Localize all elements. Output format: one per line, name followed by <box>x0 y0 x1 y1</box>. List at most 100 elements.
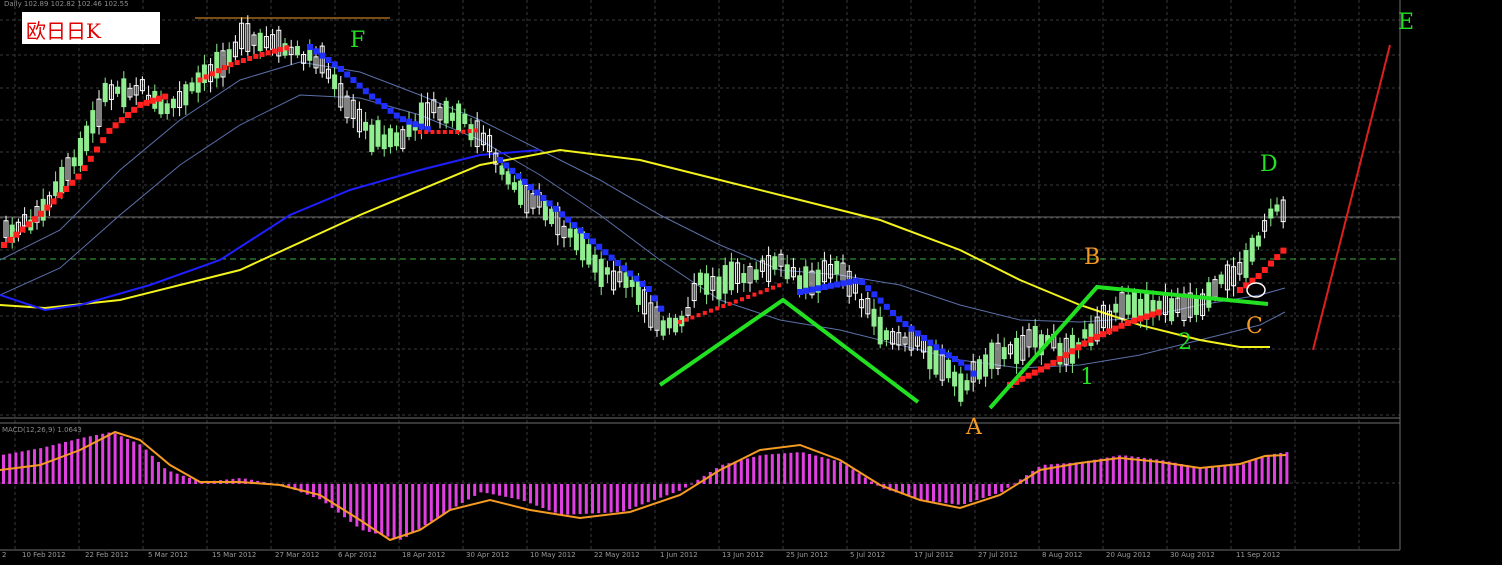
sar-dot <box>639 280 646 287</box>
sar-dot <box>44 204 51 211</box>
sar-dot <box>871 291 878 298</box>
candle-body <box>933 347 939 375</box>
sar-dot <box>577 227 584 234</box>
macd-histogram-bar <box>336 484 340 513</box>
wave-label-1: 1 <box>1080 365 1094 390</box>
macd-histogram-bar <box>479 484 483 493</box>
candle-body <box>697 272 703 286</box>
candle-body <box>660 320 666 336</box>
sar-dot <box>393 112 400 119</box>
macd-histogram-bar <box>529 484 532 504</box>
macd-histogram-bar <box>1223 466 1227 484</box>
macd-histogram-bar <box>312 484 315 497</box>
macd-histogram-bar <box>510 484 514 499</box>
sar-dot <box>467 129 472 134</box>
sar-dot <box>197 77 203 83</box>
sar-dot <box>265 50 271 56</box>
candle-body <box>741 273 747 283</box>
candle-body <box>456 103 462 132</box>
sar-dot <box>63 186 69 192</box>
sar-dot <box>203 74 209 80</box>
sar-dot <box>1143 313 1150 320</box>
macd-histogram-bar <box>994 484 997 494</box>
macd-histogram-bar <box>1186 465 1190 484</box>
candle-body <box>1218 274 1224 285</box>
macd-histogram-bar <box>448 484 452 511</box>
sar-dot <box>1137 315 1144 322</box>
macd-histogram-bar <box>820 457 824 484</box>
sar-dot <box>621 265 627 272</box>
macd-histogram-bar <box>436 484 439 518</box>
macd-histogram-bar <box>944 484 948 504</box>
macd-histogram-bar <box>1087 460 1090 484</box>
macd-histogram-bar <box>572 484 576 515</box>
macd-histogram-bar <box>677 484 681 491</box>
macd-histogram-bar <box>789 452 793 484</box>
sar-dot <box>442 130 447 134</box>
candle-body <box>983 354 989 377</box>
sar-dot <box>1118 322 1125 329</box>
sar-dot <box>952 356 958 362</box>
macd-histogram-bar <box>603 484 607 513</box>
candle-body <box>1156 300 1162 311</box>
sar-dot <box>436 130 441 134</box>
sar-dot <box>771 285 775 290</box>
sar-dot <box>7 236 14 243</box>
sar-dot <box>400 116 406 123</box>
macd-histogram-bar <box>1266 454 1270 484</box>
sar-dot <box>890 310 896 316</box>
macd-histogram-bar <box>634 484 638 507</box>
macd-histogram-bar <box>1012 483 1016 485</box>
sar-dot <box>1050 359 1057 366</box>
sar-dot <box>821 284 828 291</box>
candle-body <box>952 371 958 387</box>
macd-histogram-bar <box>640 484 644 505</box>
macd-histogram-bar <box>684 484 687 488</box>
macd-histogram-bar <box>609 484 613 513</box>
macd-histogram-bar <box>522 484 526 502</box>
sar-dot <box>1100 331 1106 338</box>
sar-dot <box>528 184 534 191</box>
macd-histogram-bar <box>1155 459 1159 484</box>
macd-histogram-bar <box>845 465 849 484</box>
sar-dot <box>945 352 952 359</box>
candle-body <box>443 100 449 124</box>
candle-body <box>567 228 573 238</box>
sar-dot <box>846 279 853 286</box>
sar-dot <box>1149 311 1156 318</box>
macd-histogram-bar <box>870 481 873 484</box>
sar-dot <box>927 339 934 346</box>
sar-dot <box>503 162 510 169</box>
sar-dot <box>565 216 572 223</box>
sar-dot <box>131 106 138 113</box>
x-tick-label: 27 Jul 2012 <box>978 551 1018 559</box>
sar-dot <box>461 129 466 134</box>
candle-body <box>462 113 468 125</box>
candle-body <box>102 82 108 103</box>
sar-dot <box>222 65 228 71</box>
macd-histogram-bar <box>423 484 427 526</box>
candle-body <box>307 47 313 61</box>
macd-histogram-bar <box>963 484 966 505</box>
candle-body <box>201 64 207 84</box>
sar-dot <box>964 364 971 371</box>
sar-dot <box>56 192 63 199</box>
candle-body <box>195 72 201 93</box>
candle-body <box>121 78 127 108</box>
candle-body <box>1249 237 1255 262</box>
sar-dot <box>509 167 516 174</box>
macd-histogram-bar <box>132 441 136 484</box>
macd-histogram-bar <box>1068 462 1072 484</box>
candle-body <box>1243 250 1249 278</box>
macd-histogram-bar <box>1285 452 1289 484</box>
sar-dot <box>381 103 388 110</box>
x-tick-label: 8 Aug 2012 <box>1042 551 1083 559</box>
sar-dot <box>94 146 100 153</box>
sar-dot <box>497 157 503 163</box>
sar-dot <box>939 348 946 355</box>
macd-histogram-bar <box>460 484 464 504</box>
macd-histogram-bar <box>708 472 712 484</box>
macd-histogram-bar <box>1099 458 1103 484</box>
macd-histogram-bar <box>349 484 353 522</box>
macd-histogram-bar <box>119 436 123 484</box>
